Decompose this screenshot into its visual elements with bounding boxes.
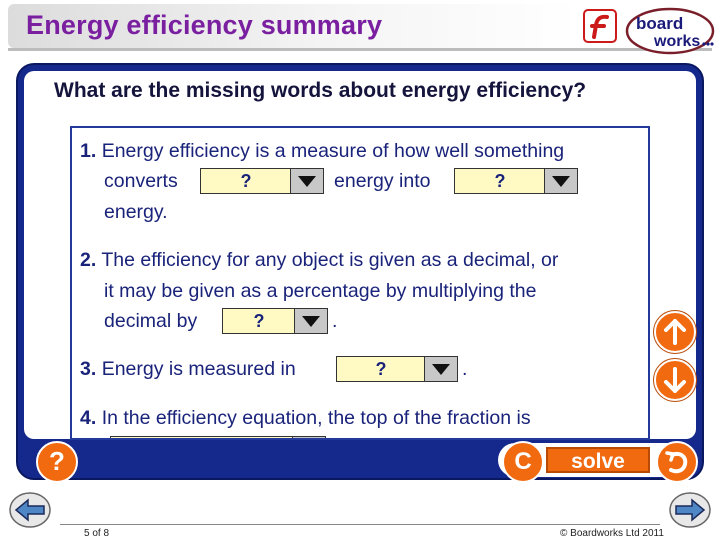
answer-dropdown-4[interactable]: ? [336,356,458,382]
copyright-text: © Boardworks Ltd 2011 [560,528,664,539]
chevron-down-icon[interactable] [292,437,325,438]
svg-text:board: board [636,14,683,33]
scroll-up-button[interactable] [654,311,696,353]
answer-dropdown-1[interactable]: ? [200,168,324,194]
control-bar: ? C solve [24,441,698,483]
item-2-line-1: 2. The efficiency for any object is give… [80,249,558,272]
header-divider [8,48,712,51]
item-number: 4. [80,407,97,429]
scrollable-text-box[interactable]: 1. Energy efficiency is a measure of how… [70,126,650,440]
dropdown-value: ? [253,311,265,331]
answer-dropdown-2[interactable]: ? [454,168,578,194]
chevron-down-icon[interactable] [294,309,327,333]
help-button[interactable]: ? [36,441,78,483]
reset-button[interactable]: C [502,441,544,483]
item-text: The efficiency for any object is given a… [101,249,559,271]
dropdown-value: ? [375,359,387,379]
item-text: In the efficiency equation, the top of t… [101,407,531,429]
svg-text:works: works [653,33,700,50]
scroll-down-button[interactable] [654,359,696,401]
dropdown-value: ? [494,171,506,191]
item-1-line-1: 1. Energy efficiency is a measure of how… [80,140,564,163]
item-1-line-3: energy. [104,201,168,223]
page-title: Energy efficiency summary [26,10,383,40]
chevron-down-icon[interactable] [290,169,323,193]
page-number: 5 of 8 [84,528,110,539]
flash-icon [583,9,617,43]
item-number: 1. [80,140,97,162]
question-heading: What are the missing words about energy … [54,79,587,102]
boardworks-logo: board works [625,7,715,55]
activity-panel: What are the missing words about energy … [16,63,704,483]
previous-slide-button[interactable] [8,490,52,530]
answer-dropdown-3[interactable]: ? [222,308,328,334]
item-3-line-1: 3. Energy is measured in [80,358,296,381]
chevron-down-icon[interactable] [424,357,457,381]
item-4-line-1: 4. In the efficiency equation, the top o… [80,407,531,430]
next-slide-button[interactable] [668,490,712,530]
undo-icon[interactable] [656,441,698,483]
item-number: 3. [80,358,97,380]
dropdown-value: ? [240,171,252,191]
item-text: Energy is measured in [101,358,296,380]
answer-dropdown-5[interactable] [110,436,326,438]
item-number: 2. [80,249,97,271]
item-2-period: . [332,310,338,332]
footer-divider [60,524,660,525]
header: Energy efficiency summary board works [0,0,720,58]
chevron-down-icon[interactable] [544,169,577,193]
solve-button[interactable]: solve [546,447,650,473]
item-3-period: . [462,358,468,380]
question-area: What are the missing words about energy … [24,71,696,440]
item-text: Energy efficiency is a measure of how we… [101,140,565,162]
item-1-text-converts: converts [104,170,178,192]
item-2-text-decimal-by: decimal by [104,310,198,332]
item-1-text-energy-into: energy into [334,170,431,192]
item-2-line-2: it may be given as a percentage by multi… [104,280,537,302]
